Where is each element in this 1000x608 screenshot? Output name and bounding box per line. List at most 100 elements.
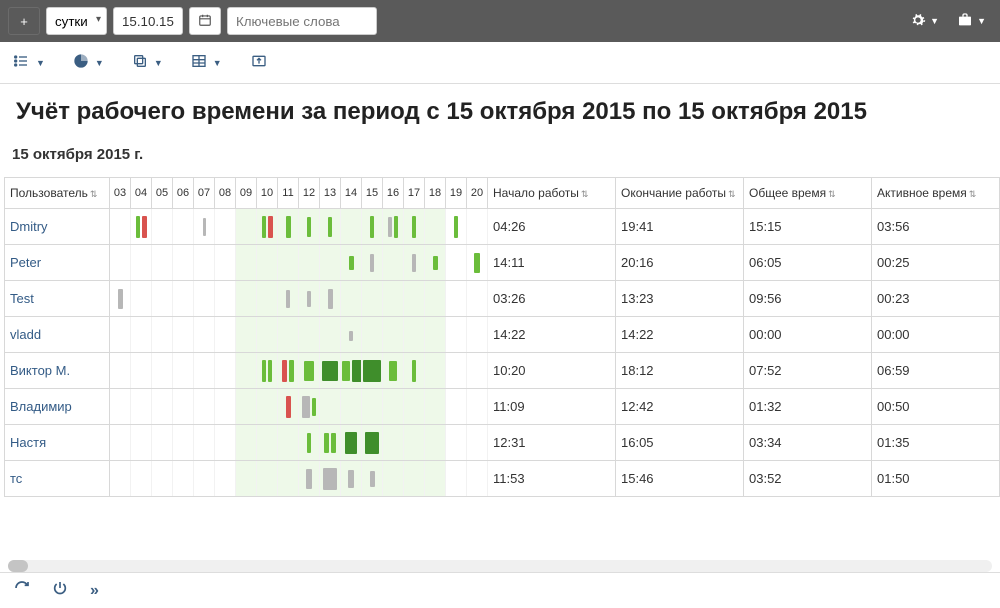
timeline-cell — [425, 389, 446, 425]
settings-menu[interactable]: ▼ — [904, 8, 945, 35]
col-hour-12: 12 — [299, 178, 320, 209]
period-select-wrap: сутки — [46, 7, 107, 35]
timeline-cell — [236, 353, 257, 389]
timeline-cell — [131, 281, 152, 317]
table-menu[interactable]: ▼ — [191, 53, 222, 73]
timeline-cell — [362, 389, 383, 425]
timeline-cell — [383, 425, 404, 461]
timeline-cell — [446, 353, 467, 389]
table-row: Test03:2613:2309:5600:230 — [5, 281, 1000, 317]
col-hour-09: 09 — [236, 178, 257, 209]
timeline-cell — [425, 317, 446, 353]
col-hour-18: 18 — [425, 178, 446, 209]
timeline-cell — [404, 209, 425, 245]
timeline-cell — [425, 281, 446, 317]
timeline-cell — [257, 209, 278, 245]
timeline-cell — [404, 317, 425, 353]
period-select[interactable]: сутки — [46, 7, 107, 35]
user-cell[interactable]: Dmitry — [5, 209, 110, 245]
col-hour-06: 06 — [173, 178, 194, 209]
timeline-cell — [320, 461, 341, 497]
timeline-cell — [299, 425, 320, 461]
expand-button[interactable]: » — [90, 582, 99, 600]
total-cell: 01:32 — [744, 389, 872, 425]
timeline-cell — [362, 461, 383, 497]
timeline-cell — [173, 425, 194, 461]
start-cell: 04:26 — [488, 209, 616, 245]
timeline-cell — [404, 245, 425, 281]
top-toolbar: + сутки ▼ ▼ — [0, 0, 1000, 42]
col-hour-08: 08 — [215, 178, 236, 209]
timeline-cell — [299, 353, 320, 389]
timeline-cell — [278, 389, 299, 425]
col-hour-03: 03 — [110, 178, 131, 209]
user-cell[interactable]: Настя — [5, 425, 110, 461]
timeline-cell — [152, 281, 173, 317]
user-cell[interactable]: Test — [5, 281, 110, 317]
timeline-cell — [404, 353, 425, 389]
timeline-cell — [341, 389, 362, 425]
end-cell: 16:05 — [616, 425, 744, 461]
timeline-cell — [194, 245, 215, 281]
col-end[interactable]: Окончание работы⇅ — [616, 178, 744, 209]
user-cell[interactable]: тс — [5, 461, 110, 497]
timeline-cell — [446, 317, 467, 353]
timeline-cell — [404, 461, 425, 497]
add-button[interactable]: + — [8, 7, 40, 35]
timeline-cell — [236, 245, 257, 281]
col-user[interactable]: Пользователь⇅ — [5, 178, 110, 209]
briefcase-menu[interactable]: ▼ — [951, 8, 992, 35]
timeline-cell — [257, 317, 278, 353]
timeline-cell — [404, 281, 425, 317]
timeline-cell — [278, 353, 299, 389]
list-menu[interactable]: ▼ — [12, 53, 45, 73]
timeline-cell — [257, 425, 278, 461]
timeline-cell — [110, 281, 131, 317]
chart-menu[interactable]: ▼ — [73, 53, 104, 73]
export-button[interactable] — [250, 53, 268, 73]
horizontal-scrollbar[interactable] — [8, 560, 992, 572]
timeline-cell — [341, 317, 362, 353]
end-cell: 14:22 — [616, 317, 744, 353]
timeline-cell — [152, 317, 173, 353]
timeline-cell — [467, 461, 488, 497]
refresh-button[interactable] — [14, 580, 30, 601]
timeline-cell — [446, 425, 467, 461]
power-button[interactable] — [52, 580, 68, 601]
timeline-cell — [383, 281, 404, 317]
table-row: Настя12:3116:0503:3401:350 — [5, 425, 1000, 461]
total-cell: 07:52 — [744, 353, 872, 389]
user-cell[interactable]: Peter — [5, 245, 110, 281]
timeline-cell — [173, 317, 194, 353]
col-hour-16: 16 — [383, 178, 404, 209]
search-input[interactable] — [227, 7, 377, 35]
user-cell[interactable]: Владимир — [5, 389, 110, 425]
end-cell: 13:23 — [616, 281, 744, 317]
col-start[interactable]: Начало работы⇅ — [488, 178, 616, 209]
timeline-cell — [467, 317, 488, 353]
col-active[interactable]: Активное время⇅ — [872, 178, 1000, 209]
timeline-cell — [278, 281, 299, 317]
col-hour-07: 07 — [194, 178, 215, 209]
col-total[interactable]: Общее время⇅ — [744, 178, 872, 209]
timeline-cell — [173, 209, 194, 245]
briefcase-icon — [957, 12, 973, 31]
page-title: Учёт рабочего времени за период с 15 окт… — [0, 84, 1000, 138]
col-hour-10: 10 — [257, 178, 278, 209]
user-cell[interactable]: Виктор М. — [5, 353, 110, 389]
timeline-cell — [110, 209, 131, 245]
timeline-cell — [446, 209, 467, 245]
timeline-cell — [362, 281, 383, 317]
timeline-cell — [194, 281, 215, 317]
end-cell: 18:12 — [616, 353, 744, 389]
start-cell: 12:31 — [488, 425, 616, 461]
user-cell[interactable]: vladd — [5, 317, 110, 353]
start-cell: 11:53 — [488, 461, 616, 497]
copy-menu[interactable]: ▼ — [132, 53, 163, 73]
list-icon — [12, 53, 30, 73]
calendar-button[interactable] — [189, 7, 221, 35]
scrollbar-thumb[interactable] — [8, 560, 28, 572]
start-cell: 10:20 — [488, 353, 616, 389]
caret-down-icon: ▼ — [930, 16, 939, 26]
date-input[interactable] — [113, 7, 183, 35]
